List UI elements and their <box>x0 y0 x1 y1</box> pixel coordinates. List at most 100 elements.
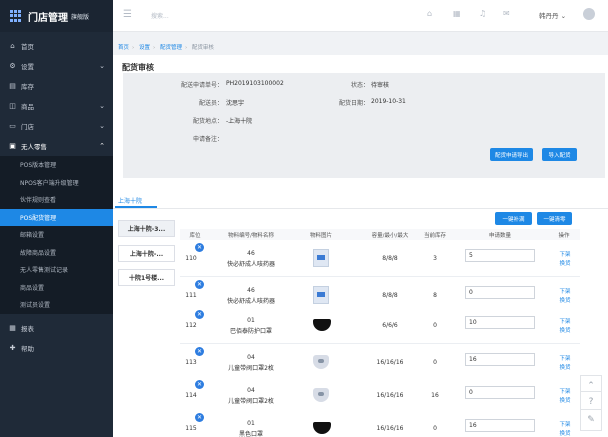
retail-icon: ▣ <box>9 142 16 150</box>
brand[interactable]: 门店管理 旗舰版 <box>0 0 113 32</box>
sidebar-subitem[interactable]: 故障商品设置 <box>0 244 113 262</box>
sidebar-item-home[interactable]: ⌂ 首页 <box>0 36 113 56</box>
column-header: 物料编号/物料名称 <box>228 233 274 239</box>
search-input[interactable]: 搜索... <box>151 11 169 20</box>
take-down-link[interactable]: 下架 <box>555 387 575 395</box>
quantity-input[interactable]: 16 <box>465 353 535 366</box>
kids-mask-image <box>313 353 329 371</box>
order-no-value: PH2019103100002 <box>226 80 284 87</box>
sidebar-item-unmanned-retail[interactable]: ▣ 无人零售 ⌃ <box>0 136 113 156</box>
swap-link[interactable]: 换货 <box>555 429 575 437</box>
store-item[interactable]: 十院1号楼... <box>118 269 175 286</box>
take-down-link[interactable]: 下架 <box>555 420 575 428</box>
sidebar-item-settings[interactable]: ⚙ 设置 ⌄ <box>0 56 113 76</box>
material-name: 快必舒成人咳药器 <box>226 298 275 305</box>
location-label: 配货地点： <box>192 118 223 125</box>
capacity-value: 16/16/16 <box>376 359 404 366</box>
menu-toggle-icon[interactable]: ☰ <box>123 9 132 20</box>
breadcrumb-distribution[interactable]: 配货管理 <box>160 45 182 51</box>
column-header: 当前库存 <box>423 233 446 239</box>
quantity-input[interactable]: 5 <box>465 249 535 262</box>
order-info-panel: 配送申请单号： PH2019103100002 状态： 待审核 配送员： 沈思宇… <box>123 73 605 178</box>
take-down-link[interactable]: 下架 <box>555 287 575 295</box>
breadcrumb: 首页 › 设置 › 配货管理 › 配货审核 <box>118 45 214 51</box>
slot-number: 110 <box>185 255 197 262</box>
swap-link[interactable]: 换货 <box>555 326 575 334</box>
help-icon: ✚ <box>9 343 16 352</box>
stock-value: 3 <box>433 255 437 262</box>
sidebar-item-label: 门店 <box>21 123 34 131</box>
store-item[interactable]: 上海十院-3... <box>118 220 175 237</box>
swap-link[interactable]: 换货 <box>555 259 575 267</box>
applicant-value: 沈思宇 <box>226 100 245 107</box>
chevron-down-icon: ⌄ <box>99 62 105 70</box>
home-icon[interactable]: ⌂ <box>427 9 432 18</box>
material-code: 01 <box>247 317 255 324</box>
applicant-label: 配送员： <box>198 100 223 107</box>
top-bar: ☰ 搜索... ⌂ ▦ ♫ ✉ 韩丹丹 ⌄ <box>113 0 608 32</box>
swap-link[interactable]: 换货 <box>555 363 575 371</box>
grid-icon[interactable]: ▦ <box>453 9 461 18</box>
take-down-link[interactable]: 下架 <box>555 317 575 325</box>
quantity-input[interactable]: 0 <box>465 286 535 299</box>
slot-number: 111 <box>185 292 197 299</box>
import-button[interactable]: 导入配货 <box>542 148 577 161</box>
swap-link[interactable]: 换货 <box>555 296 575 304</box>
feedback-icon[interactable]: ✎ <box>580 409 602 431</box>
sidebar-item-help[interactable]: ✚ 帮助 <box>0 338 113 358</box>
sidebar-item-label: 报表 <box>21 324 34 333</box>
black-mask-image <box>313 316 331 334</box>
sidebar-item-label: 首页 <box>21 43 34 51</box>
sidebar-subitem[interactable]: NPOS客户端升级管理 <box>0 174 113 192</box>
sidebar-subitem[interactable]: 测试员设置 <box>0 296 113 314</box>
stock-value: 0 <box>433 425 437 432</box>
store-icon: ▭ <box>9 122 16 130</box>
sidebar-item-goods[interactable]: ◫ 商品 ⌄ <box>0 96 113 116</box>
sidebar-subitem-active[interactable]: POS配货管理 <box>0 208 113 226</box>
mail-icon[interactable]: ✉ <box>503 9 510 18</box>
material-code: 46 <box>247 250 255 257</box>
sidebar-item-label: 帮助 <box>21 344 34 353</box>
bell-icon[interactable]: ♫ <box>479 9 486 18</box>
stock-value: 0 <box>433 359 437 366</box>
sidebar-subitem[interactable]: POS版本管理 <box>0 156 113 174</box>
quantity-input[interactable]: 16 <box>465 419 535 432</box>
store-item[interactable]: 上海十院-... <box>118 245 175 262</box>
breadcrumb-current: 配货审核 <box>191 45 214 51</box>
quantity-input[interactable]: 0 <box>465 386 535 399</box>
sidebar-item-store[interactable]: ▭ 门店 ⌄ <box>0 116 113 136</box>
breadcrumb-settings[interactable]: 设置 <box>139 45 150 51</box>
quantity-input[interactable]: 10 <box>465 316 535 329</box>
sidebar-subitem[interactable]: 无人零售测试记录 <box>0 261 113 279</box>
sidebar-item-inventory[interactable]: ▤ 库存 <box>0 76 113 96</box>
capacity-value: 8/8/8 <box>382 292 398 299</box>
take-down-link[interactable]: 下架 <box>555 354 575 362</box>
fill-all-button[interactable]: 一键补满 <box>495 212 532 225</box>
sidebar: 门店管理 旗舰版 ⌂ 首页 ⚙ 设置 ⌄ ▤ 库存 ◫ 商品 ⌄ ▭ 门店 ⌄ ▣ 无人零售 ⌃ P… <box>0 0 113 437</box>
capacity-value: 16/16/16 <box>376 425 404 432</box>
export-button[interactable]: 配货申请导出 <box>490 148 533 161</box>
app-grid-icon <box>10 10 22 22</box>
material-name: 巴佰泰防护口罩 <box>229 328 272 335</box>
clear-all-button[interactable]: 一键清零 <box>537 212 572 225</box>
take-down-link[interactable]: 下架 <box>555 250 575 258</box>
medicine-box-image <box>313 286 329 304</box>
brand-title: 门店管理 <box>28 12 68 24</box>
sidebar-subitem[interactable]: 商品设置 <box>0 279 113 297</box>
black-mask-image <box>313 419 331 437</box>
date-value: 2019-10-31 <box>371 98 406 105</box>
tab-store[interactable]: 上海十院 <box>118 196 142 205</box>
sidebar-item-label: 商品 <box>21 103 34 111</box>
sidebar-subitem[interactable]: 伙伴规则查看 <box>0 191 113 209</box>
pin-icon: ✕ <box>195 243 204 252</box>
user-menu[interactable]: 韩丹丹 ⌄ <box>539 10 566 20</box>
avatar[interactable] <box>583 8 595 20</box>
chevron-up-icon: ⌃ <box>99 142 105 150</box>
swap-link[interactable]: 换货 <box>555 396 575 404</box>
sidebar-subitem[interactable]: 邮箱设置 <box>0 226 113 244</box>
report-icon: ▦ <box>9 323 16 332</box>
column-header: 物料图片 <box>309 233 332 239</box>
sidebar-item-reports[interactable]: ▦ 报表 <box>0 318 113 338</box>
table-row: ✕ 113 04 儿童带阀口罩2枚 16/16/16 0 16 下架 换货 <box>180 344 580 381</box>
breadcrumb-home[interactable]: 首页 <box>118 45 129 51</box>
